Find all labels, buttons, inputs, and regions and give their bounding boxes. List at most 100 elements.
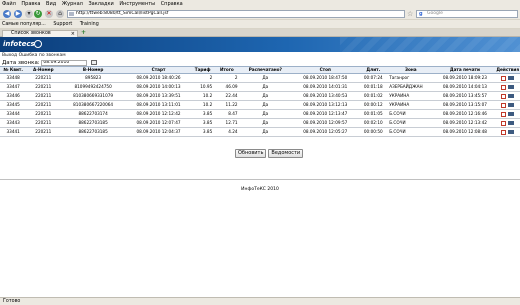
delete-icon[interactable]: [501, 120, 507, 126]
back-icon[interactable]: ◀: [3, 10, 11, 18]
print-icon[interactable]: [508, 103, 515, 107]
cell-start: 08.09.2010 14:00:13: [126, 82, 192, 92]
cell-printed: Да: [239, 73, 292, 83]
table-row[interactable]: 33445 220211 810380667220064 08.09.2010 …: [0, 100, 520, 110]
tab-call-list[interactable]: Список звонков ×: [2, 30, 78, 37]
cell-receipt: 33447: [0, 82, 27, 92]
cell-receipt: 33444: [0, 109, 27, 119]
table-row[interactable]: 33448 220211 895823 08.09.2010 18:40:26 …: [0, 73, 520, 83]
print-icon[interactable]: [508, 76, 515, 80]
cell-print-date: 08.09.2010 12:08:48: [434, 127, 496, 137]
col-b-number[interactable]: B-Номер: [60, 66, 127, 74]
address-bar[interactable]: http://ttweb:8080/tt_SimCall/listPgCall.…: [67, 10, 405, 18]
col-tariff[interactable]: Тариф: [191, 66, 215, 74]
menu-edit[interactable]: Правка: [21, 1, 40, 7]
print-icon[interactable]: [508, 121, 515, 125]
col-stop[interactable]: Стоп: [291, 66, 360, 74]
home-icon[interactable]: ⌂: [56, 10, 64, 18]
cell-a-number: 220211: [26, 118, 61, 128]
cell-zone: Б.СОЧИ: [387, 118, 435, 128]
delete-icon[interactable]: [501, 111, 507, 117]
cell-b-number: 895823: [60, 73, 127, 83]
table-row[interactable]: 33446 220211 810380669331079 08.09.2010 …: [0, 91, 520, 101]
bookmark-support[interactable]: Support: [53, 22, 72, 27]
exit-link[interactable]: Выход: [2, 53, 17, 58]
menu-help[interactable]: Справка: [161, 1, 183, 7]
col-zone[interactable]: Зона: [387, 66, 435, 74]
table-header-row: № Квит. А-Номер B-Номер Старт Тариф Итог…: [0, 66, 520, 74]
cell-a-number: 220211: [26, 109, 61, 119]
calendar-icon[interactable]: [91, 60, 98, 65]
cell-actions: [495, 127, 520, 137]
cell-tariff: 3.85: [191, 109, 215, 119]
search-placeholder: Google: [427, 11, 443, 16]
date-filter-input[interactable]: [41, 59, 88, 66]
cell-total: 46.09: [214, 82, 240, 92]
delete-icon[interactable]: [501, 129, 507, 135]
delete-icon[interactable]: [501, 102, 507, 108]
cell-total: 22.44: [214, 91, 240, 101]
cell-total: 2: [214, 73, 240, 83]
tab-bar: Список звонков × +: [0, 29, 520, 37]
cell-actions: [495, 100, 520, 110]
col-a-number[interactable]: А-Номер: [26, 66, 61, 74]
delete-icon[interactable]: [501, 93, 507, 99]
delete-icon[interactable]: [501, 84, 507, 90]
cell-tariff: 10.2: [191, 91, 215, 101]
bookmark-training[interactable]: Training: [80, 22, 99, 27]
col-actions: Действия: [495, 66, 520, 74]
cell-print-date: 08.09.2010 13:15:07: [434, 100, 496, 110]
print-icon[interactable]: [508, 94, 515, 98]
cell-actions: [495, 73, 520, 83]
cell-b-number: 88622703185: [60, 118, 127, 128]
copyright: ИнфоТеКС 2010: [241, 187, 279, 192]
bookmark-most-visited[interactable]: Самые популяр...: [2, 22, 46, 27]
delete-icon[interactable]: [501, 75, 507, 81]
print-icon[interactable]: [508, 130, 515, 134]
menu-history[interactable]: Журнал: [62, 1, 83, 7]
table-row[interactable]: 33443 220211 88622703185 08.09.2010 12:0…: [0, 118, 520, 128]
cell-actions: [495, 109, 520, 119]
new-tab-icon[interactable]: +: [81, 30, 86, 36]
cell-b-number: 88622703185: [60, 127, 127, 137]
cell-receipt: 33441: [0, 127, 27, 137]
print-icon[interactable]: [508, 112, 515, 116]
col-duration[interactable]: Длит.: [359, 66, 388, 74]
refresh-button[interactable]: Обновить: [235, 148, 267, 158]
cell-stop: 08.09.2010 18:47:50: [291, 73, 360, 83]
cell-start: 08.09.2010 12:12:42: [126, 109, 192, 119]
bookmark-star-icon[interactable]: ☆: [407, 10, 413, 18]
menu-tools[interactable]: Инструменты: [119, 1, 155, 7]
col-start[interactable]: Старт: [126, 66, 192, 74]
dropdown-icon[interactable]: ▾: [25, 10, 33, 18]
cell-tariff: 3.85: [191, 127, 215, 137]
col-total[interactable]: Итого: [214, 66, 240, 74]
statements-button[interactable]: Ведомости: [268, 148, 304, 158]
reload-icon[interactable]: ↻: [34, 10, 42, 18]
menu-view[interactable]: Вид: [46, 1, 56, 7]
menu-bookmarks[interactable]: Закладки: [88, 1, 113, 7]
header-decoration: [340, 37, 520, 52]
table-row[interactable]: 33444 220211 88622703174 08.09.2010 12:1…: [0, 109, 520, 119]
cell-tariff: 10.2: [191, 100, 215, 110]
table-row[interactable]: 33441 220211 88622703185 08.09.2010 12:0…: [0, 127, 520, 137]
stop-icon[interactable]: ✕: [45, 10, 53, 18]
table-row[interactable]: 33447 220211 81099492424750 08.09.2010 1…: [0, 82, 520, 92]
menu-file[interactable]: Файл: [2, 1, 16, 7]
col-printed[interactable]: Распечатано?: [239, 66, 292, 74]
cell-start: 08.09.2010 13:39:51: [126, 91, 192, 101]
footer-divider: [0, 179, 520, 180]
search-input[interactable]: g Google: [416, 10, 518, 18]
status-text: Готово: [3, 299, 21, 304]
logo-mark-icon: [34, 40, 42, 48]
cell-tariff: 3.85: [191, 118, 215, 128]
cell-tariff: 10.95: [191, 82, 215, 92]
cell-zone: АЗЕРБАЙДЖАН: [387, 82, 435, 92]
forward-icon[interactable]: ▶: [14, 10, 22, 18]
cell-zone: Б.СОЧИ: [387, 127, 435, 137]
col-print-date[interactable]: Дата печати: [434, 66, 496, 74]
print-icon[interactable]: [508, 85, 515, 89]
address-url: http://ttweb:8080/tt_SimCall/listPgCall.…: [76, 11, 169, 16]
call-errors-link[interactable]: Ошибка по звонкам: [19, 53, 66, 58]
col-receipt[interactable]: № Квит.: [0, 66, 27, 74]
